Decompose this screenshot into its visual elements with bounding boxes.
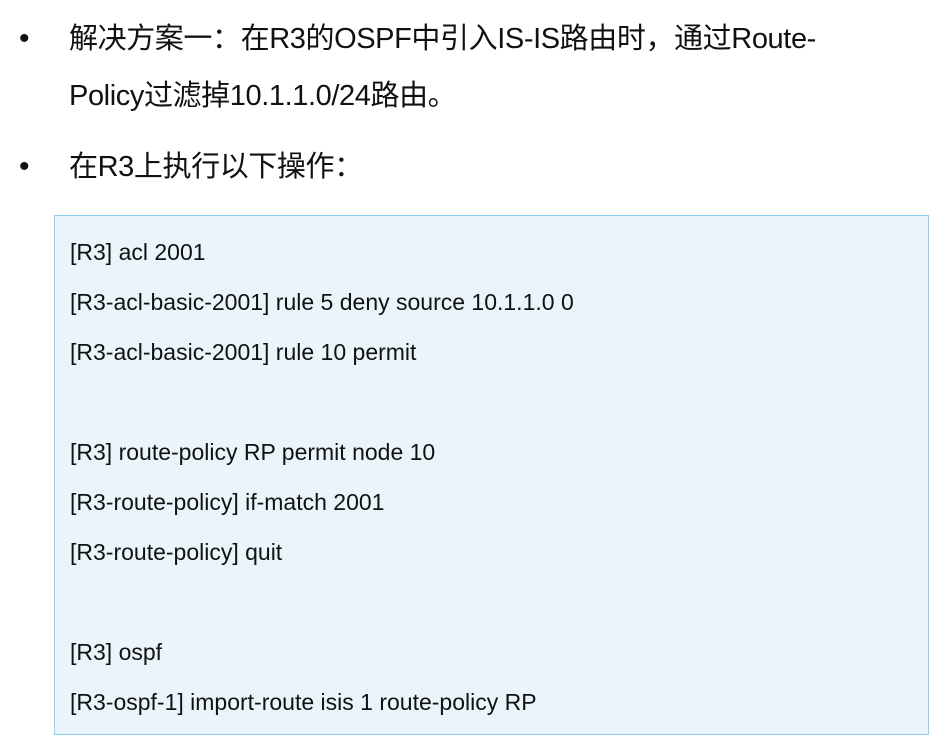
- code-line: [R3-route-policy] if-match 2001: [70, 489, 385, 515]
- bullet-text-line: Policy过滤掉10.1.1.0/24路由。: [69, 80, 457, 112]
- code-line: [R3] acl 2001: [70, 239, 206, 265]
- code-line: [R3-acl-basic-2001] rule 5 deny source 1…: [70, 289, 574, 315]
- bullet-dot: •: [19, 22, 30, 55]
- bullet-text-line: 解决方案一：在R3的OSPF中引入IS-IS路由时，通过Route-: [69, 23, 816, 55]
- bullet-item-instruction: • 在R3上执行以下操作：: [0, 139, 938, 195]
- code-line: [R3] ospf: [70, 639, 163, 665]
- code-line: [R3-acl-basic-2001] rule 10 permit: [70, 339, 417, 365]
- code-line: [R3] route-policy RP permit node 10: [70, 439, 436, 465]
- command-code-box: [R3] acl 2001 [R3-acl-basic-2001] rule 5…: [54, 215, 929, 735]
- bullet-text-line: 在R3上执行以下操作：: [69, 151, 363, 183]
- code-line: [R3-ospf-1] import-route isis 1 route-po…: [70, 689, 537, 715]
- bullet-item-solution: • 解决方案一：在R3的OSPF中引入IS-IS路由时，通过Route- Pol…: [0, 11, 938, 126]
- bullet-dot: •: [19, 150, 30, 183]
- code-line: [R3-route-policy] quit: [70, 539, 283, 565]
